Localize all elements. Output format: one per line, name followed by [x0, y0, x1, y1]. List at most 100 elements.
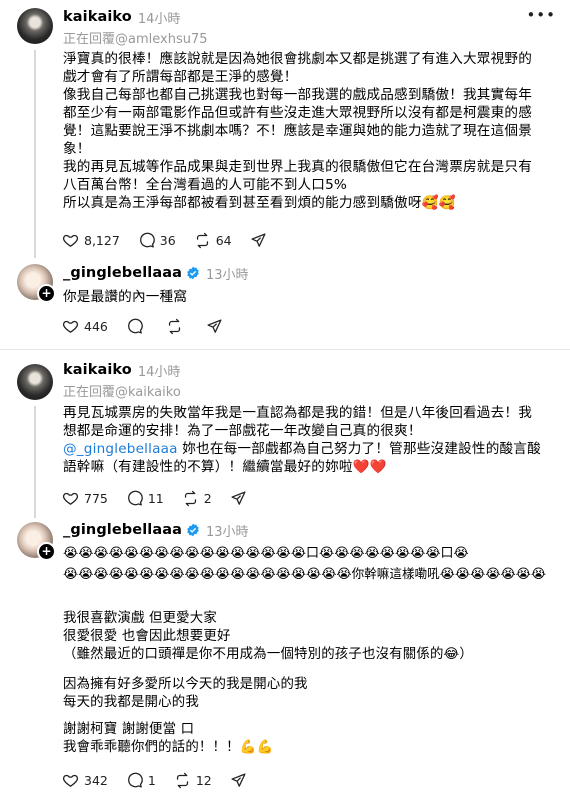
username[interactable]: kaikaiko — [63, 362, 132, 378]
comment-button[interactable]: 1 — [126, 772, 156, 789]
repost-button[interactable] — [166, 318, 188, 335]
action-bar: 775 11 2 — [62, 490, 270, 507]
share-icon — [207, 319, 222, 333]
username[interactable]: _ginglebellaaa — [63, 522, 182, 538]
post-header: kaikaiko 14小時 — [63, 8, 181, 27]
repost-icon — [196, 232, 208, 249]
heart-icon — [62, 234, 79, 247]
share-icon — [231, 773, 246, 787]
heart-icon — [62, 320, 79, 333]
like-count: 775 — [84, 491, 108, 506]
like-button[interactable]: 8,127 — [62, 232, 120, 249]
comment-count: 1 — [147, 773, 156, 788]
comment-button[interactable] — [126, 318, 148, 335]
like-count: 446 — [84, 319, 108, 334]
action-bar: 8,127 36 64 — [62, 232, 290, 249]
thread-line — [34, 50, 36, 258]
comment-icon — [139, 232, 155, 248]
like-count: 8,127 — [84, 233, 120, 248]
text-line: 因為擁有好多愛所以今天的我是開心的我 — [63, 677, 308, 692]
timestamp[interactable]: 14小時 — [138, 8, 181, 27]
text-line: 所以真是為王淨每部都被看到甚至看到煩的能力感到驕傲呀🥰🥰 — [63, 195, 456, 211]
thread-line — [34, 406, 36, 518]
like-button[interactable]: 775 — [62, 490, 108, 507]
text-line: 每天的我都是開心的我 — [63, 695, 199, 710]
post-header: _ginglebellaaa 13小時 — [63, 521, 249, 540]
follow-plus-icon[interactable]: + — [37, 542, 56, 561]
text-line-with-mention: @_ginglebellaaa 妳也在每一部戲都為自己努力了！管那些沒建設性的酸… — [63, 440, 553, 458]
share-button[interactable] — [230, 490, 252, 507]
share-icon — [251, 233, 266, 247]
post-text-para-2: 因為擁有好多愛所以今天的我是開心的我 每天的我都是開心的我 — [63, 676, 553, 712]
reply-to-label: 正在回覆@kaikaiko — [63, 385, 181, 400]
avatar-kaikaiko[interactable] — [17, 364, 53, 400]
comment-button[interactable]: 11 — [126, 490, 164, 507]
heart-icon — [62, 774, 79, 787]
repost-icon — [184, 490, 196, 507]
timestamp[interactable]: 13小時 — [206, 264, 249, 283]
username[interactable]: _ginglebellaaa — [63, 265, 182, 281]
post-header: kaikaiko 14小時 — [63, 361, 181, 380]
text-line: 我的再見瓦城等作品成果與走到世界上我真的很驕傲但它在台灣票房就是只有 — [63, 159, 532, 175]
repost-button[interactable]: 64 — [194, 232, 232, 249]
avatar-kaikaiko[interactable] — [17, 8, 53, 44]
like-button[interactable]: 446 — [62, 318, 108, 335]
text-line: 謝謝柯寶 謝謝便當 口 — [63, 722, 195, 737]
text-fragment: 你幹嘛這樣嘞吼 — [351, 566, 440, 581]
text-fragment: 妳也在每一部戲都為自己努力了！管那些沒建設性的酸言酸 — [177, 441, 541, 457]
share-button[interactable] — [230, 772, 252, 789]
timestamp[interactable]: 14小時 — [138, 361, 181, 380]
mention-link[interactable]: @_ginglebellaaa — [63, 441, 178, 457]
share-button[interactable] — [250, 232, 272, 249]
post-text: 😭😭😭😭😭😭😭😭😭😭😭😭😭😭😭😭口😭😭😭😭😭😭😭😭口😭 😭😭😭😭😭😭😭😭😭😭😭😭… — [63, 544, 553, 583]
timestamp[interactable]: 13小時 — [206, 521, 249, 540]
emoji-row: 😭😭😭😭😭😭😭😭😭😭😭😭😭😭😭😭口😭😭😭😭😭😭😭😭口😭 — [63, 546, 469, 561]
text-line: 八百萬台幣！全台灣看過的人可能不到人口5% — [63, 177, 348, 193]
text-line: 你是最讚的內一種窩 — [63, 289, 188, 305]
repost-count: 64 — [215, 233, 232, 248]
emoji-row-with-text: 😭😭😭😭😭😭😭😭😭😭😭😭😭😭😭😭😭😭😭你幹嘛這樣嘞吼😭😭😭😭😭😭😭 — [63, 565, 553, 583]
verified-badge-icon — [187, 523, 199, 537]
comment-count: 11 — [147, 491, 164, 506]
text-line: 再見瓦城票房的失敗當年我是一直認為都是我的錯！但是八年後回看過去！我 — [63, 405, 532, 421]
action-bar: 446 — [62, 318, 246, 335]
comment-icon — [127, 318, 143, 334]
verified-badge-icon — [187, 266, 199, 280]
post-text: 淨寶真的很棒！應該說就是因為她很會挑劇本又都是挑選了有進入大眾視野的 戲才會有了… — [63, 50, 553, 212]
reply-to-label: 正在回覆@amlexhsu75 — [63, 32, 208, 47]
text-line: 想都是命運的安排！為了一部戲花一年改變自己真的很爽！ — [63, 423, 422, 439]
post-text: 再見瓦城票房的失敗當年我是一直認為都是我的錯！但是八年後回看過去！我 想都是命運… — [63, 404, 553, 476]
text-line: 很愛很愛 也會因此想要更好 — [63, 629, 231, 644]
repost-count: 12 — [195, 773, 212, 788]
post-text-para-3: 謝謝柯寶 謝謝便當 口 我會乖乖聽你們的話的！！！💪💪 — [63, 721, 553, 757]
comment-icon — [127, 772, 143, 788]
text-line: 戲才會有了所謂每部都是王淨的感覺！ — [63, 69, 298, 85]
like-button[interactable]: 342 — [62, 772, 108, 789]
share-button[interactable] — [206, 318, 228, 335]
more-icon[interactable]: ••• — [526, 6, 556, 24]
text-line: 覺！這點要說王淨不挑劇本嗎？不！應該是幸運與她的能力造就了現在這個景 — [63, 123, 532, 139]
emoji-fragment: 😭😭😭😭😭😭😭😭😭😭😭😭😭😭😭😭😭😭😭 — [63, 567, 352, 582]
text-line: 語幹嘛（有建設性的不算）！繼續當最好的妳啦❤️❤️ — [63, 459, 387, 475]
action-bar: 342 1 12 — [62, 772, 270, 789]
text-line: 都至少有一兩部電影作品但或許有些沒走進大眾視野所以沒有都是柯震東的感 — [63, 105, 532, 121]
text-line: 像我自己每部也都自己挑選我也對每一部我選的戲成品感到驕傲！我其實每年 — [63, 87, 532, 103]
repost-button[interactable]: 12 — [174, 772, 212, 789]
comment-icon — [127, 490, 143, 506]
repost-button[interactable]: 2 — [182, 490, 212, 507]
follow-plus-icon[interactable]: + — [37, 284, 56, 303]
text-line: 象！ — [63, 141, 91, 157]
repost-icon — [176, 772, 188, 789]
emoji-fragment: 😭😭😭😭😭😭😭 — [439, 567, 547, 582]
username[interactable]: kaikaiko — [63, 9, 132, 25]
text-line: 我很喜歡演戲 但更愛大家 — [63, 611, 217, 626]
post-header: _ginglebellaaa 13小時 — [63, 264, 249, 283]
share-icon — [231, 491, 246, 505]
like-count: 342 — [84, 773, 108, 788]
heart-icon — [62, 492, 79, 505]
comment-button[interactable]: 36 — [138, 232, 176, 249]
text-line: 淨寶真的很棒！應該說就是因為她很會挑劇本又都是挑選了有進入大眾視野的 — [63, 51, 532, 67]
repost-icon — [168, 318, 180, 335]
divider — [0, 349, 570, 350]
repost-count: 2 — [203, 491, 212, 506]
